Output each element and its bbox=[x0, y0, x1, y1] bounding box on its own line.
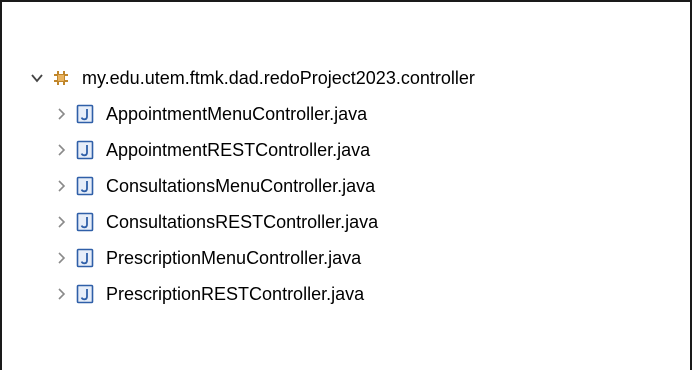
tree-item-file[interactable]: ConsultationsMenuController.java bbox=[26, 168, 475, 204]
tree-item-file[interactable]: PrescriptionRESTController.java bbox=[26, 276, 475, 312]
java-file-icon bbox=[74, 175, 96, 197]
package-name: my.edu.utem.ftmk.dad.redoProject2023.con… bbox=[82, 68, 475, 88]
file-name: AppointmentRESTController.java bbox=[106, 140, 371, 160]
chevron-right-icon[interactable] bbox=[50, 103, 72, 125]
file-name: ConsultationsMenuController.java bbox=[106, 176, 376, 196]
project-tree: my.edu.utem.ftmk.dad.redoProject2023.con… bbox=[26, 60, 475, 312]
file-name: AppointmentMenuController.java bbox=[106, 104, 368, 124]
file-name: PrescriptionRESTController.java bbox=[106, 284, 365, 304]
chevron-right-icon[interactable] bbox=[50, 139, 72, 161]
java-file-icon bbox=[74, 247, 96, 269]
package-icon bbox=[50, 67, 72, 89]
java-file-icon bbox=[74, 211, 96, 233]
package-explorer-panel: my.edu.utem.ftmk.dad.redoProject2023.con… bbox=[0, 0, 692, 370]
chevron-down-icon[interactable] bbox=[26, 67, 48, 89]
tree-item-file[interactable]: AppointmentMenuController.java bbox=[26, 96, 475, 132]
tree-item-file[interactable]: ConsultationsRESTController.java bbox=[26, 204, 475, 240]
tree-item-file[interactable]: AppointmentRESTController.java bbox=[26, 132, 475, 168]
file-name: ConsultationsRESTController.java bbox=[106, 212, 379, 232]
file-name: PrescriptionMenuController.java bbox=[106, 248, 362, 268]
tree-item-file[interactable]: PrescriptionMenuController.java bbox=[26, 240, 475, 276]
tree-item-package[interactable]: my.edu.utem.ftmk.dad.redoProject2023.con… bbox=[26, 60, 475, 96]
java-file-icon bbox=[74, 283, 96, 305]
chevron-right-icon[interactable] bbox=[50, 247, 72, 269]
java-file-icon bbox=[74, 139, 96, 161]
java-file-icon bbox=[74, 103, 96, 125]
chevron-right-icon[interactable] bbox=[50, 211, 72, 233]
chevron-right-icon[interactable] bbox=[50, 175, 72, 197]
chevron-right-icon[interactable] bbox=[50, 283, 72, 305]
